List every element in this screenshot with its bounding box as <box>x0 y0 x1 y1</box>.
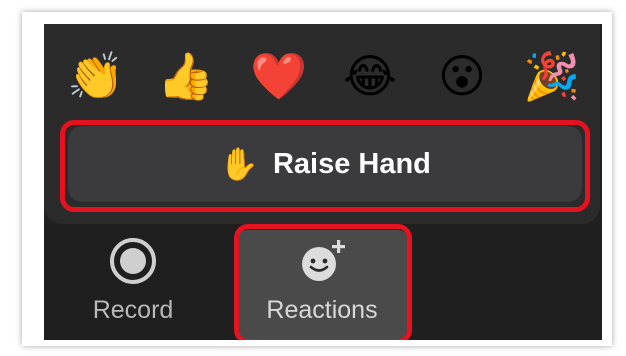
reactions-popup: 👏 👍 ❤️ 😂 😮 🎉 ✋ Raise Hand <box>44 24 600 224</box>
raised-hand-icon: ✋ <box>219 146 259 182</box>
raise-hand-label: Raise Hand <box>272 147 431 180</box>
raise-hand-button[interactable]: ✋ Raise Hand <box>68 126 582 202</box>
thumbs-up-icon[interactable]: 👍 <box>154 44 218 108</box>
add-reaction-smiley-icon <box>299 238 345 284</box>
heart-icon[interactable]: ❤️ <box>247 44 311 108</box>
meeting-window: 👏 👍 ❤️ 😂 😮 🎉 ✋ Raise Hand Record Reactio… <box>44 24 602 340</box>
reactions-button[interactable]: Reactions <box>257 238 387 338</box>
reactions-label: Reactions <box>266 296 378 324</box>
emoji-reaction-row: 👏 👍 ❤️ 😂 😮 🎉 <box>44 44 600 108</box>
surprised-face-icon[interactable]: 😮 <box>430 44 494 108</box>
party-popper-icon[interactable]: 🎉 <box>520 44 584 108</box>
record-label: Record <box>92 296 174 324</box>
clapping-hands-icon[interactable]: 👏 <box>64 44 128 108</box>
record-button[interactable]: Record <box>68 238 198 338</box>
tears-of-joy-icon[interactable]: 😂 <box>338 44 402 108</box>
record-icon <box>110 238 156 284</box>
